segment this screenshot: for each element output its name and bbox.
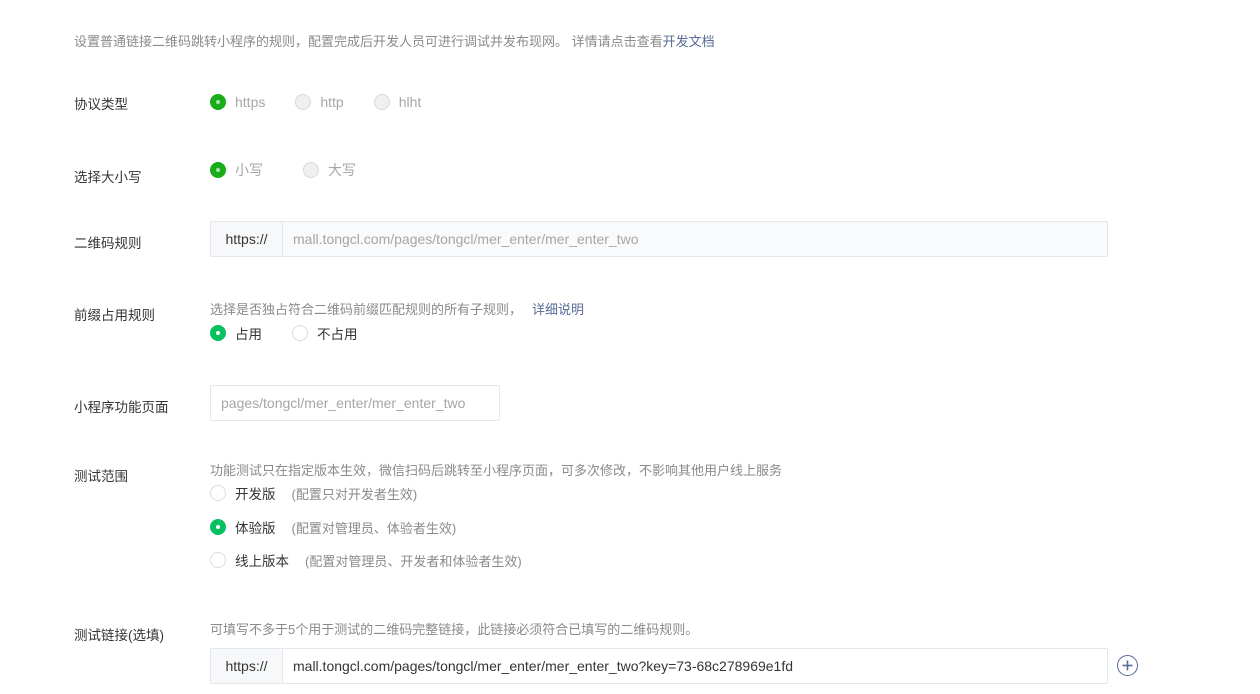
intro-description: 设置普通链接二维码跳转小程序的规则，配置完成后开发人员可进行调试并发布现网。 详… [74,34,663,49]
case-option-label: 小写 [235,162,263,178]
prefix-rule-hint: 选择是否独占符合二维码前缀匹配规则的所有子规则， 详细说明 [210,299,584,318]
qr-rule-prefix: https:// [211,222,283,256]
case-label: 选择大小写 [74,170,142,185]
protocol-option-https[interactable]: https [210,94,265,110]
test-link-hint: 可填写不多于5个用于测试的二维码完整链接，此链接必须符合已填写的二维码规则。 [210,622,699,637]
case-radio-group: 小写 大写 [210,160,386,180]
protocol-option-http[interactable]: http [295,94,344,110]
plus-glyph [1122,660,1133,671]
prefix-option-not-occupy[interactable]: 不占用 [292,323,358,343]
plus-circle-icon[interactable] [1117,655,1138,676]
radio-unchecked-icon [292,325,308,341]
test-link-input[interactable]: mall.tongcl.com/pages/tongcl/mer_enter/m… [283,649,1107,683]
protocol-option-label: hlht [398,94,422,110]
test-scope-option-label: 开发版 [235,487,276,502]
case-option-lower[interactable]: 小写 [210,160,263,180]
prefix-option-label: 不占用 [317,327,358,342]
radio-checked-icon [210,162,226,178]
qr-rule-input-group: https:// mall.tongcl.com/pages/tongcl/me… [210,221,1108,257]
prefix-option-occupy[interactable]: 占用 [210,323,262,343]
test-scope-option-dev[interactable]: 开发版 (配置只对开发者生效) [210,483,417,503]
radio-unchecked-icon [303,162,319,178]
case-option-upper[interactable]: 大写 [303,160,356,180]
intro-text: 设置普通链接二维码跳转小程序的规则，配置完成后开发人员可进行调试并发布现网。 详… [74,31,715,50]
test-scope-option-note: (配置只对开发者生效) [291,486,418,502]
prefix-option-label: 占用 [235,327,262,342]
radio-checked-icon [210,325,226,341]
prefix-rule-label: 前缀占用规则 [74,308,155,323]
test-scope-option-note: (配置对管理员、体验者生效) [291,520,457,536]
protocol-option-label: http [320,94,344,110]
qr-rule-label: 二维码规则 [74,236,142,251]
test-link-label: 测试链接(选填) [74,628,164,643]
mini-page-label: 小程序功能页面 [74,400,169,415]
protocol-radio-group: https http hlht [210,94,451,110]
dev-docs-link[interactable]: 开发文档 [663,34,715,49]
prefix-rule-hint-text: 选择是否独占符合二维码前缀匹配规则的所有子规则， [210,302,523,317]
radio-unchecked-icon [295,94,312,110]
qr-rule-input[interactable]: mall.tongcl.com/pages/tongcl/mer_enter/m… [283,222,1107,256]
test-scope-hint: 功能测试只在指定版本生效，微信扫码后跳转至小程序页面，可多次修改，不影响其他用户… [210,463,783,478]
protocol-option-label: https [235,94,266,110]
radio-unchecked-icon [373,94,390,110]
test-scope-label: 测试范围 [74,469,128,484]
protocol-label: 协议类型 [74,97,128,112]
radio-unchecked-icon [210,552,226,568]
test-scope-option-note: (配置对管理员、开发者和体验者生效) [305,553,522,569]
test-link-prefix: https:// [211,649,283,683]
test-link-input-group: https:// mall.tongcl.com/pages/tongcl/me… [210,648,1108,684]
test-scope-option-online[interactable]: 线上版本 (配置对管理员、开发者和体验者生效) [210,550,522,570]
test-scope-option-label: 线上版本 [235,554,289,569]
radio-checked-icon [210,519,226,535]
test-scope-option-trial[interactable]: 体验版 (配置对管理员、体验者生效) [210,517,456,537]
test-scope-option-label: 体验版 [235,521,276,536]
prefix-rule-radio-group: 占用 不占用 [210,323,388,343]
protocol-option-hlht[interactable]: hlht [373,94,422,110]
details-link[interactable]: 详细说明 [532,302,584,317]
case-option-label: 大写 [328,162,356,178]
radio-unchecked-icon [210,485,226,501]
radio-checked-icon [210,94,226,110]
mini-page-input[interactable]: pages/tongcl/mer_enter/mer_enter_two [210,385,500,421]
